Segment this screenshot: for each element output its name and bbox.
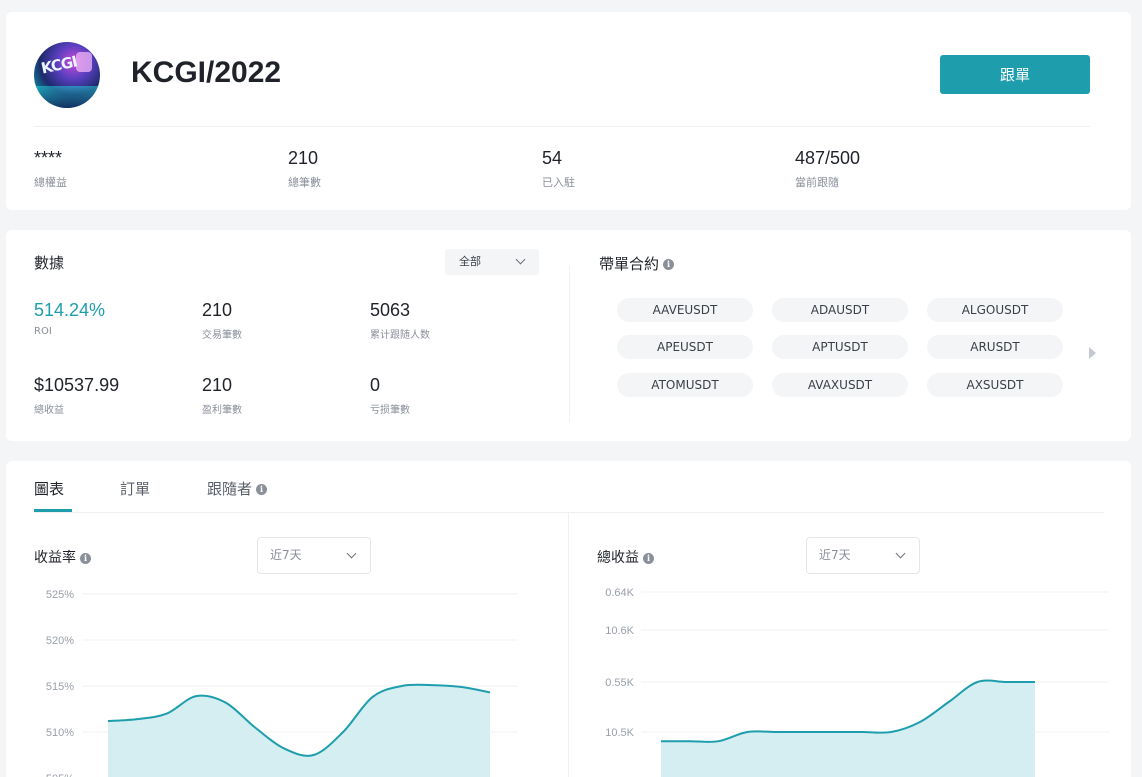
metric-roi: 514.24% ROI	[34, 300, 105, 337]
stat-current-followers: 487/500 當前跟隨	[795, 148, 860, 190]
divider	[34, 126, 1090, 127]
contract-pill[interactable]: AVAXUSDT	[772, 373, 908, 397]
tab-followers[interactable]: 跟隨者 i	[207, 478, 268, 499]
divider	[569, 266, 570, 422]
active-tab-indicator	[34, 509, 72, 512]
profit-range-value: 近7天	[819, 548, 851, 562]
roi-chart-title: 收益率 i	[34, 547, 91, 567]
metric-losing-trades: 0 亏损筆數	[370, 375, 410, 416]
metric-value: 210	[202, 300, 233, 320]
avatar-background	[34, 86, 100, 108]
area-fill	[108, 684, 490, 777]
contract-pill[interactable]: ADAUSDT	[772, 298, 908, 322]
chevron-down-icon	[515, 254, 526, 265]
roi-chart: 525% 520% 515% 510% 505%	[46, 589, 518, 777]
y-tick-label: 0.64K	[605, 587, 634, 599]
profile-card: KCGI KCGI/2022 跟單 **** 總權益 210 總筆數 54 已入…	[6, 12, 1131, 210]
trader-name: KCGI/2022	[131, 56, 282, 89]
info-icon[interactable]: i	[80, 552, 91, 564]
stat-days-joined: 54 已入駐	[542, 148, 575, 190]
metric-value: 514.24%	[34, 300, 106, 320]
stat-total-trades: 210 總筆數	[288, 148, 321, 190]
stat-label: 總權益	[34, 176, 67, 189]
contract-pill[interactable]: ALGOUSDT	[927, 298, 1063, 322]
data-card: 數據 全部 514.24% ROI 210 交易筆數 5063 累计跟随人数 $…	[6, 230, 1131, 441]
stat-label: 總筆數	[288, 176, 321, 189]
data-filter-value: 全部	[459, 255, 481, 268]
info-icon[interactable]: i	[256, 484, 268, 495]
y-tick-label: 505%	[46, 773, 74, 777]
metric-label: 交易筆數	[202, 330, 242, 341]
roi-range-select[interactable]: 近7天	[257, 537, 371, 574]
tab-followers-label: 跟隨者	[207, 480, 253, 498]
chevron-down-icon	[346, 548, 357, 559]
contract-pill[interactable]: ATOMUSDT	[617, 373, 753, 397]
metric-value: $10537.99	[34, 375, 120, 395]
y-tick-label: 515%	[46, 681, 74, 693]
contract-pill[interactable]: ARUSDT	[927, 335, 1063, 359]
y-tick-label: 10.6K	[605, 625, 634, 637]
profit-chart: 0.64K 10.6K 0.55K 10.5K	[605, 587, 1109, 777]
contract-pill[interactable]: AAVEUSDT	[617, 298, 753, 322]
chart-card: 圖表 訂單 跟隨者i 收益率i 近7天 525%520%515%510%505%…	[6, 461, 1131, 777]
contracts-title: 帶單合約 i	[599, 253, 675, 274]
contract-pill[interactable]: APTUSDT	[772, 335, 908, 359]
profit-range-select[interactable]: 近7天	[806, 537, 920, 574]
stat-total-equity: **** 總權益	[34, 148, 67, 190]
metric-value: 0	[370, 375, 381, 395]
next-arrow-icon[interactable]	[1089, 347, 1096, 359]
stat-value: ****	[34, 148, 63, 168]
y-tick-label: 10.5K	[605, 727, 634, 739]
chevron-down-icon	[895, 548, 906, 559]
avatar-logo: KCGI	[39, 52, 79, 78]
metric-label: 累计跟随人数	[370, 330, 430, 341]
y-tick-label: 520%	[46, 635, 74, 647]
metric-label: 盈利筆數	[202, 405, 242, 416]
avatar: KCGI	[34, 42, 100, 108]
metric-total-profit: $10537.99 總收益	[34, 375, 119, 416]
metric-trade-count: 210 交易筆數	[202, 300, 242, 341]
tab-chart[interactable]: 圖表	[34, 478, 64, 499]
follow-button[interactable]: 跟單	[940, 55, 1090, 94]
metric-winning-trades: 210 盈利筆數	[202, 375, 242, 416]
info-icon[interactable]: i	[663, 259, 675, 270]
metric-cumulative-followers: 5063 累计跟随人数	[370, 300, 430, 341]
contracts-title-text: 帶單合約	[599, 255, 660, 273]
y-tick-label: 0.55K	[605, 677, 634, 689]
stat-label: 當前跟隨	[795, 176, 839, 189]
data-section-title: 數據	[34, 254, 65, 272]
roi-range-value: 近7天	[270, 548, 302, 562]
info-icon[interactable]: i	[643, 552, 654, 564]
stat-value: 210	[288, 148, 319, 168]
roi-chart-title-text: 收益率	[34, 550, 76, 566]
tab-orders[interactable]: 訂單	[120, 478, 150, 499]
metric-label: 總收益	[34, 405, 64, 416]
stat-value: 487/500	[795, 148, 861, 168]
stat-value: 54	[542, 148, 563, 168]
metric-value: 5063	[370, 300, 411, 320]
y-tick-label: 510%	[46, 727, 74, 739]
metric-label: 亏损筆數	[370, 405, 410, 416]
area-fill	[661, 680, 1035, 777]
metric-label: ROI	[34, 326, 52, 337]
y-tick-label: 525%	[46, 589, 74, 601]
profit-chart-title-text: 總收益	[597, 550, 639, 566]
stat-label: 已入駐	[542, 176, 575, 189]
profit-chart-title: 總收益 i	[597, 547, 654, 567]
data-filter-select[interactable]: 全部	[445, 249, 539, 275]
contract-pill[interactable]: AXSUSDT	[927, 373, 1063, 397]
metric-value: 210	[202, 375, 233, 395]
contract-pill[interactable]: APEUSDT	[617, 335, 753, 359]
tabs-divider	[34, 512, 1104, 513]
